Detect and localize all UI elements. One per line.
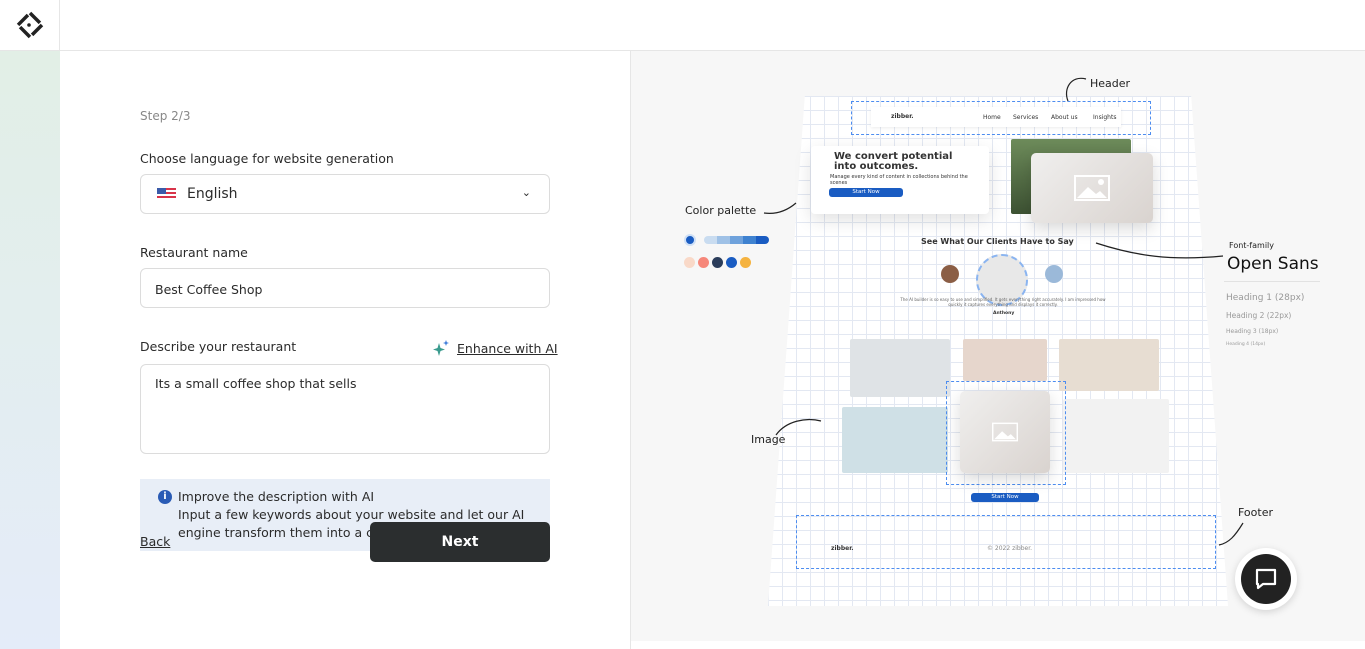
restaurant-name-label: Restaurant name	[140, 245, 248, 260]
next-button[interactable]: Next	[370, 522, 550, 562]
chat-button[interactable]	[1235, 548, 1297, 610]
language-label: Choose language for website generation	[140, 151, 394, 166]
us-flag-icon	[157, 188, 176, 200]
info-icon: i	[158, 490, 172, 504]
chat-bubble-icon	[1255, 568, 1277, 590]
top-bar	[0, 0, 1365, 51]
info-title: Improve the description with AI	[178, 489, 375, 504]
logo-icon	[15, 11, 44, 39]
description-label: Describe your restaurant	[140, 339, 297, 354]
language-value: English	[187, 186, 238, 202]
chevron-down-icon: ⌄	[521, 186, 531, 199]
language-select[interactable]: English ⌄	[140, 174, 550, 214]
description-textarea[interactable]: Its a small coffee shop that sells	[140, 364, 550, 454]
sparkle-icon	[433, 340, 449, 356]
enhance-with-ai[interactable]: Enhance with AI	[432, 339, 558, 357]
form-panel: Step 2/3 Choose language for website gen…	[60, 51, 631, 649]
logo[interactable]	[0, 0, 60, 50]
restaurant-name-input[interactable]: Best Coffee Shop	[140, 268, 550, 308]
sidebar-strip	[0, 51, 60, 649]
enhance-with-ai-link[interactable]: Enhance with AI	[457, 341, 558, 356]
back-link[interactable]: Back	[140, 534, 170, 549]
step-indicator: Step 2/3	[140, 109, 191, 123]
